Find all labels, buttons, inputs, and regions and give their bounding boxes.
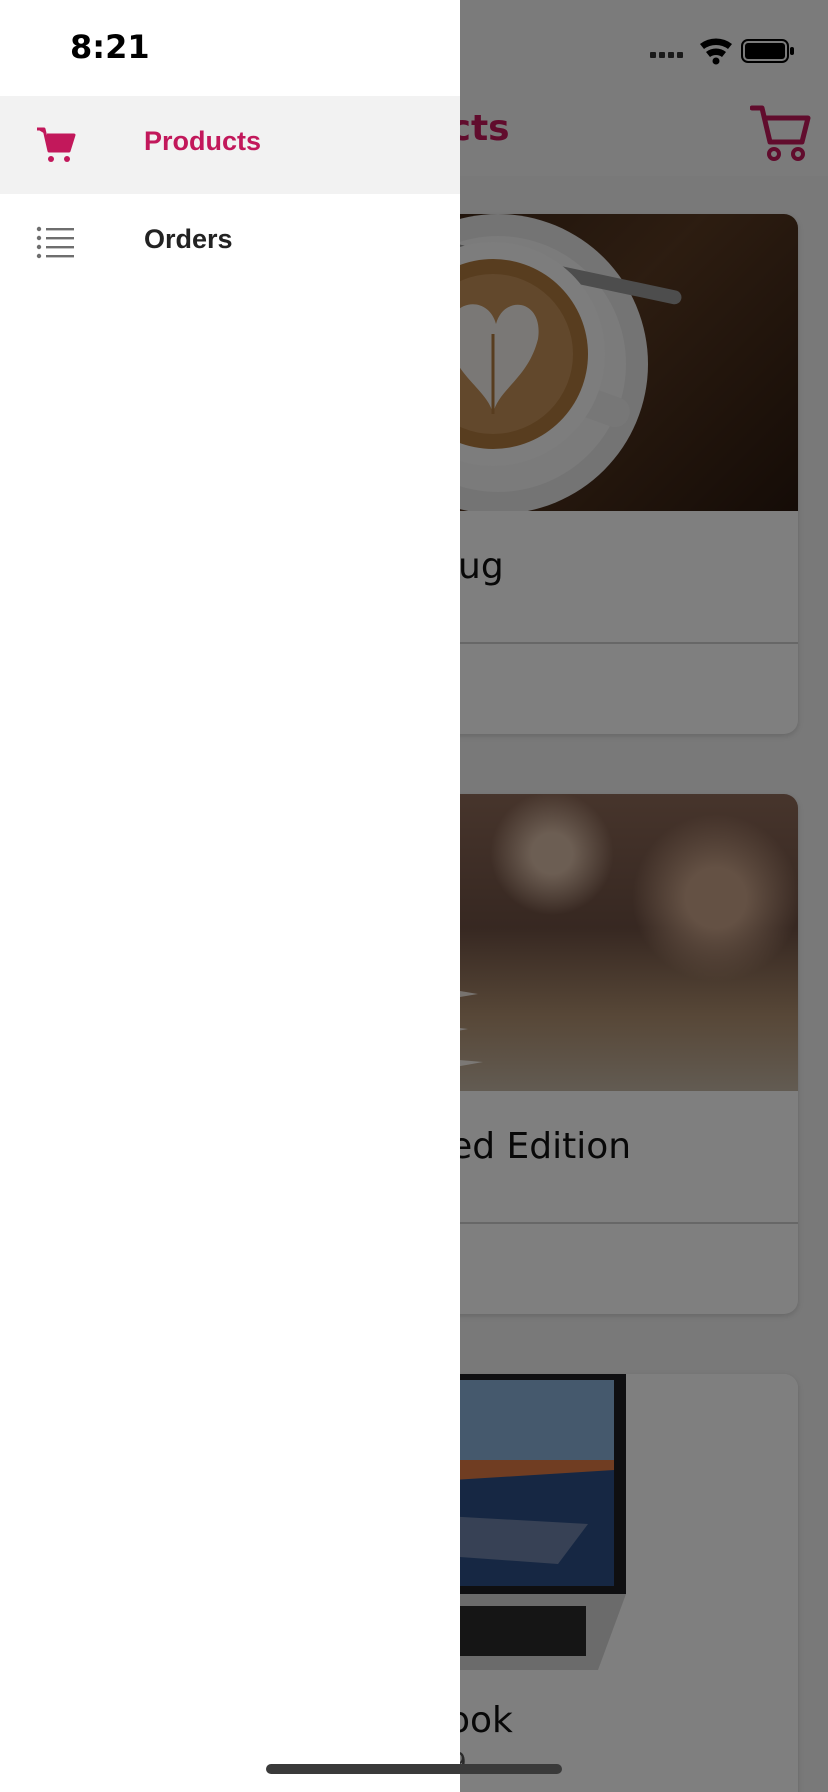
drawer-item-orders[interactable]: Orders [0, 194, 460, 292]
status-time: 8:21 [70, 28, 150, 66]
list-icon [36, 223, 76, 263]
drawer-item-products[interactable]: Products [0, 96, 460, 194]
drawer-item-label: Orders [144, 224, 233, 254]
status-icons [650, 36, 800, 66]
navigation-drawer: 8:21 Products Orders [0, 0, 460, 1792]
shopping-cart-icon [36, 125, 76, 165]
drawer-item-label: Products [144, 126, 262, 156]
home-indicator[interactable] [266, 1764, 562, 1774]
